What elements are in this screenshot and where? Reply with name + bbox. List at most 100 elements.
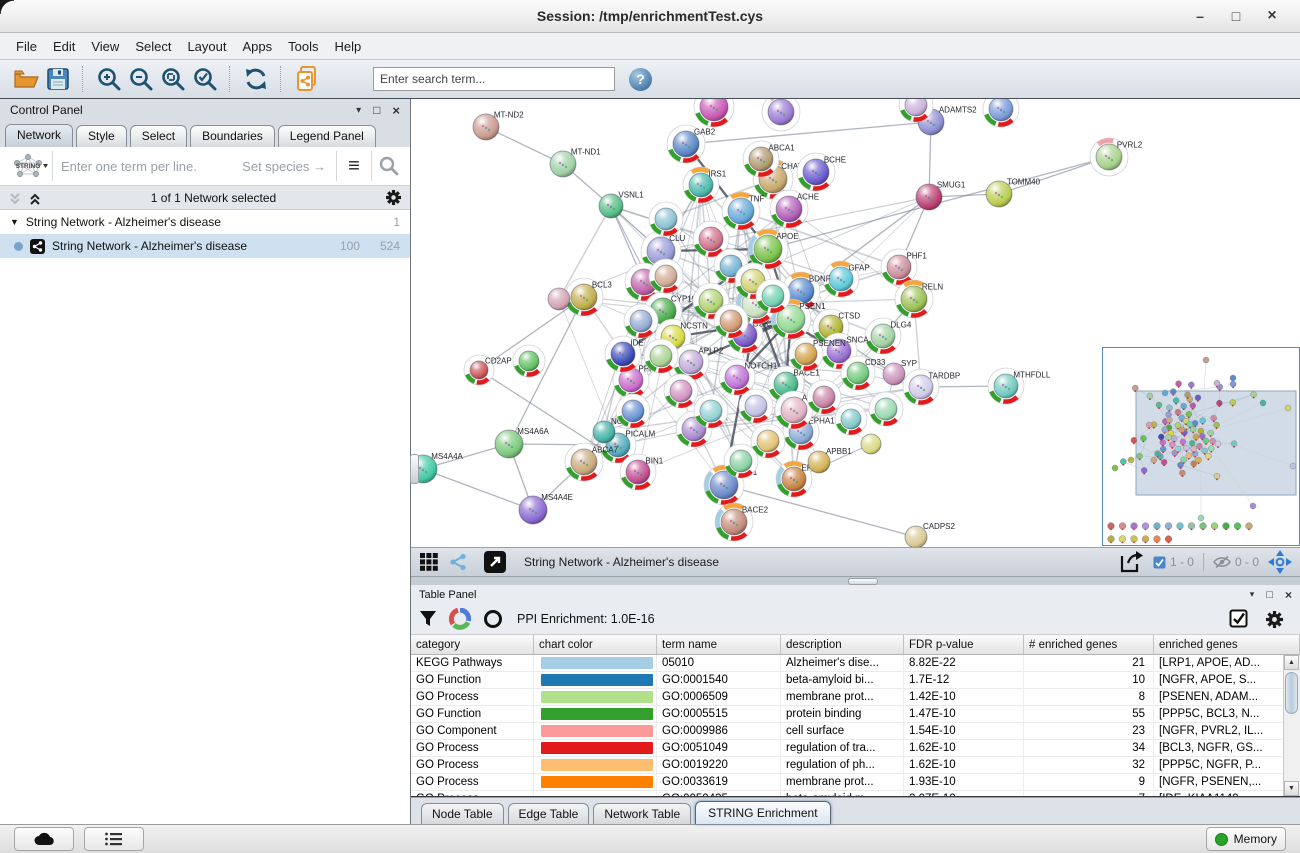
tab-legend-panel[interactable]: Legend Panel bbox=[278, 125, 376, 147]
string-search-icon[interactable] bbox=[371, 151, 406, 181]
network-node[interactable] bbox=[649, 259, 683, 293]
network-node[interactable] bbox=[835, 403, 867, 435]
network-node-dlg4[interactable]: DLG4 bbox=[865, 318, 912, 354]
network-node-bace2[interactable]: BACE2 bbox=[715, 503, 769, 541]
network-node[interactable] bbox=[861, 434, 881, 454]
cloud-tasks-button[interactable] bbox=[14, 827, 74, 851]
panel-float-icon[interactable]: □ bbox=[1266, 589, 1273, 601]
panel-close-icon[interactable]: × bbox=[392, 103, 400, 118]
network-node-bcl3[interactable]: BCL3 bbox=[565, 278, 612, 316]
network-node-bche[interactable]: BCHE bbox=[797, 153, 846, 191]
network-node-abca7[interactable]: ABCA7 bbox=[565, 443, 619, 481]
enrichment-row[interactable]: GO ProcessGO:0033619membrane prot...1.93… bbox=[411, 774, 1300, 791]
network-node-tnf[interactable]: TNF bbox=[722, 192, 765, 230]
menu-edit[interactable]: Edit bbox=[45, 36, 83, 57]
network-row[interactable]: String Network - Alzheimer's disease 100… bbox=[0, 234, 410, 258]
network-node-ms4a4e[interactable]: MS4A4E bbox=[519, 493, 573, 524]
string-query-input[interactable] bbox=[53, 158, 242, 175]
collapse-arrow-icon[interactable]: ▼ bbox=[10, 217, 19, 227]
column-header-chart-color[interactable]: chart color bbox=[534, 634, 657, 655]
export-network-icon[interactable] bbox=[1118, 550, 1144, 574]
menu-tools[interactable]: Tools bbox=[280, 36, 326, 57]
panel-splitter-grip[interactable] bbox=[410, 454, 419, 484]
network-node-irs1[interactable]: IRS1 bbox=[683, 167, 727, 203]
column-header-enriched-genes[interactable]: enriched genes bbox=[1154, 634, 1300, 655]
refresh-icon[interactable] bbox=[240, 64, 272, 94]
tab-node-table[interactable]: Node Table bbox=[421, 803, 504, 824]
birds-eye-view[interactable] bbox=[1102, 347, 1300, 546]
string-logo[interactable]: STRING bbox=[4, 151, 53, 181]
menu-file[interactable]: File bbox=[8, 36, 45, 57]
tab-style[interactable]: Style bbox=[76, 125, 127, 147]
network-node[interactable] bbox=[739, 389, 773, 423]
network-node-cd33[interactable]: CD33 bbox=[841, 356, 886, 390]
network-node-tomm40[interactable]: TOMM40 bbox=[986, 178, 1041, 207]
memory-button[interactable]: Memory bbox=[1206, 827, 1286, 851]
search-input[interactable] bbox=[373, 67, 615, 91]
menu-help[interactable]: Help bbox=[327, 36, 370, 57]
enrichment-row[interactable]: GO ProcessGO:0051049regulation of tra...… bbox=[411, 740, 1300, 757]
network-options-gear-icon[interactable] bbox=[385, 189, 402, 206]
network-node-gab2[interactable]: GAB2 bbox=[667, 125, 716, 163]
zoom-selected-icon[interactable] bbox=[189, 64, 221, 94]
menu-view[interactable]: View bbox=[83, 36, 127, 57]
minimize-button[interactable]: – bbox=[1182, 0, 1218, 32]
network-node[interactable] bbox=[762, 99, 800, 131]
tab-select[interactable]: Select bbox=[130, 125, 187, 147]
enrichment-row[interactable]: GO FunctionGO:0001540beta-amyloid bi...1… bbox=[411, 672, 1300, 689]
network-node-cadps2[interactable]: CADPS2 bbox=[905, 522, 956, 547]
panel-menu-icon[interactable]: ▾ bbox=[356, 105, 361, 116]
network-node[interactable] bbox=[548, 288, 570, 310]
navigator-compass-icon[interactable] bbox=[1268, 550, 1292, 574]
menu-apps[interactable]: Apps bbox=[235, 36, 281, 57]
network-node-phf1[interactable]: PHF1 bbox=[881, 249, 927, 285]
ring-chart-icon[interactable] bbox=[483, 609, 503, 629]
tab-string-enrichment[interactable]: STRING Enrichment bbox=[695, 801, 830, 824]
horizontal-splitter[interactable] bbox=[411, 577, 1300, 585]
collapse-all-icon[interactable] bbox=[8, 191, 22, 205]
menu-select[interactable]: Select bbox=[127, 36, 179, 57]
network-node[interactable] bbox=[724, 444, 758, 478]
string-share-icon[interactable] bbox=[448, 552, 468, 572]
column-header-fdr-p-value[interactable]: FDR p-value bbox=[904, 634, 1024, 655]
scrollbar-thumb[interactable] bbox=[1285, 672, 1298, 714]
column-header--enriched-genes[interactable]: # enriched genes bbox=[1024, 634, 1154, 655]
network-node-reln[interactable]: RELN bbox=[895, 280, 943, 318]
scroll-up-icon[interactable]: ▲ bbox=[1284, 655, 1299, 670]
network-node[interactable] bbox=[869, 392, 903, 426]
set-species-hint[interactable]: Set species → bbox=[242, 159, 336, 174]
launch-view-icon[interactable] bbox=[483, 550, 507, 574]
tab-edge-table[interactable]: Edge Table bbox=[508, 803, 590, 824]
enrichment-row[interactable]: GO ProcessGO:0050435beta-amyloid m...2.0… bbox=[411, 791, 1300, 797]
network-node-cd2ap[interactable]: CD2AP bbox=[464, 355, 512, 385]
network-node-mt-nd2[interactable]: MT-ND2 bbox=[473, 111, 524, 140]
panel-close-icon[interactable]: × bbox=[1285, 588, 1292, 602]
column-header-term-name[interactable]: term name bbox=[657, 634, 781, 655]
zoom-in-icon[interactable] bbox=[93, 64, 125, 94]
network-node[interactable] bbox=[807, 380, 841, 414]
network-node-ms4a6a[interactable]: MS4A6A bbox=[495, 427, 550, 458]
column-header-description[interactable]: description bbox=[781, 634, 904, 655]
enrichment-row[interactable]: GO FunctionGO:0005515protein binding1.47… bbox=[411, 706, 1300, 723]
network-node[interactable] bbox=[983, 99, 1019, 127]
network-node[interactable] bbox=[756, 279, 790, 313]
splitter-handle[interactable] bbox=[848, 578, 878, 585]
network-node[interactable] bbox=[624, 304, 658, 338]
filter-icon[interactable] bbox=[419, 610, 437, 628]
enrichment-row[interactable]: GO ComponentGO:0009986cell surface1.54E-… bbox=[411, 723, 1300, 740]
network-node-bin1[interactable]: BIN1 bbox=[620, 454, 664, 490]
network-node-mt-nd1[interactable]: MT-ND1 bbox=[550, 148, 601, 177]
grid-view-icon[interactable] bbox=[419, 552, 439, 572]
enrichment-row[interactable]: GO ProcessGO:0006509membrane prot...1.42… bbox=[411, 689, 1300, 706]
open-session-icon[interactable] bbox=[10, 64, 42, 94]
scroll-down-icon[interactable]: ▼ bbox=[1284, 781, 1299, 796]
column-header-category[interactable]: category bbox=[411, 634, 534, 655]
expand-all-icon[interactable] bbox=[28, 191, 42, 205]
enrichment-chart-icon[interactable] bbox=[449, 608, 471, 630]
tab-network[interactable]: Network bbox=[5, 124, 73, 147]
tab-boundaries[interactable]: Boundaries bbox=[190, 125, 275, 147]
network-node[interactable] bbox=[664, 374, 698, 408]
table-scrollbar[interactable]: ▲ ▼ bbox=[1283, 655, 1300, 796]
save-session-icon[interactable] bbox=[42, 64, 74, 94]
network-node-mthfdll[interactable]: MTHFDLL bbox=[988, 368, 1051, 404]
